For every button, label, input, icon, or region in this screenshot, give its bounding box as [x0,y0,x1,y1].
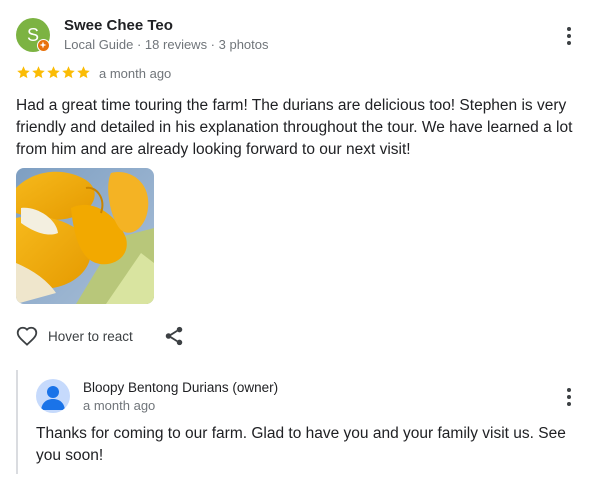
star-icon [77,66,90,79]
react-button[interactable]: Hover to react [16,325,133,347]
reply-divider [16,370,18,474]
owner-avatar [36,379,70,413]
owner-reply-text: Thanks for coming to our farm. Glad to h… [36,425,566,464]
star-icon [32,66,45,79]
reviewer-meta: Local Guide · 18 reviews · 3 photos [64,37,269,52]
review-photo[interactable] [16,168,154,304]
heart-outline-icon [16,326,38,346]
share-icon[interactable] [163,325,185,347]
react-label: Hover to react [48,328,133,344]
owner-name: Bloopy Bentong Durians (owner) [83,380,279,395]
more-vert-icon[interactable] [557,24,581,48]
star-rating [16,65,91,80]
person-icon [41,386,65,410]
review-time: a month ago [99,66,172,81]
review-text: Had a great time touring the farm! The d… [16,97,573,158]
local-guide-badge-icon [37,39,50,52]
review-card: S Swee Chee Teo Local Guide · 18 reviews… [0,0,600,477]
star-icon [47,66,60,79]
more-vert-icon[interactable] [557,385,581,409]
star-icon [62,66,75,79]
star-icon [17,66,30,79]
reviewer-name[interactable]: Swee Chee Teo [64,17,173,34]
owner-reply-time: a month ago [83,398,156,413]
